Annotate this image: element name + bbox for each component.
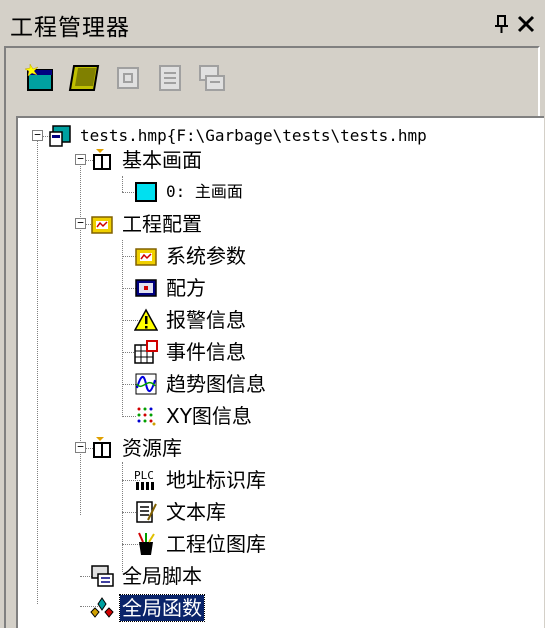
root-collapse-toggle[interactable]: −: [32, 129, 43, 141]
close-icon: [517, 15, 535, 33]
tree-node-basic-screens[interactable]: 基本画面: [90, 144, 204, 176]
text-document-icon: [136, 501, 157, 523]
config-folder-icon: [91, 216, 113, 234]
tree-node-label: 资源库: [122, 436, 182, 460]
tree-node-label: 报警信息: [166, 308, 246, 332]
tree-node-trend-info[interactable]: 趋势图信息: [134, 368, 268, 400]
script-button[interactable]: [196, 62, 228, 94]
basic-screens-collapse-toggle[interactable]: −: [75, 153, 86, 165]
tree-node-resources[interactable]: 资源库: [90, 432, 184, 464]
tree-node-bitmap-lib[interactable]: 工程位图库: [134, 528, 268, 560]
tree-line: [80, 160, 82, 515]
tree-node-label: 地址标识库: [166, 468, 266, 492]
tree-line: [122, 176, 124, 192]
tree-node-global-func[interactable]: 全局函数: [90, 592, 205, 624]
system-params-icon: [135, 248, 157, 266]
tree-line: [37, 136, 39, 604]
tree-node-text-lib[interactable]: 文本库: [134, 496, 228, 528]
trend-chart-icon: [135, 373, 157, 395]
project-manager-panel: 工程管理器 − − − − tests.hmp{F:\Garbage\tests…: [0, 0, 545, 628]
new-screen-button[interactable]: [24, 62, 56, 94]
event-grid-icon: [134, 340, 158, 364]
list-icon: [159, 65, 181, 91]
tree-node-label: 基本画面: [122, 148, 202, 172]
brush-cup-icon: [138, 532, 155, 555]
new-window-icon: [24, 63, 53, 91]
panel-titlebar: 工程管理器: [0, 0, 545, 44]
panel-title: 工程管理器: [10, 15, 130, 41]
resources-folder-icon: [93, 437, 111, 458]
pin-button[interactable]: [493, 14, 511, 34]
tree-node-label: 配方: [166, 276, 206, 300]
resources-collapse-toggle[interactable]: −: [75, 441, 86, 453]
import-icon: [117, 67, 139, 89]
list-button[interactable]: [154, 62, 186, 94]
function-icon: [90, 597, 114, 618]
svg-text:PLC: PLC: [134, 469, 154, 482]
open-screen-button[interactable]: [68, 62, 100, 94]
import-button[interactable]: [112, 62, 144, 94]
tree-node-label: 全局函数: [119, 594, 205, 622]
screens-folder-icon: [93, 149, 111, 170]
tree-node-label: 系统参数: [166, 244, 246, 268]
project-config-collapse-toggle[interactable]: −: [75, 217, 86, 229]
pin-icon: [495, 15, 508, 33]
recipe-icon: [135, 279, 157, 297]
open-window-icon: [68, 65, 100, 91]
screen-icon: [135, 182, 157, 202]
tree-node-label: 趋势图信息: [166, 372, 266, 396]
tree-node-label: 工程位图库: [166, 532, 266, 556]
warning-icon: [134, 308, 158, 331]
tree-node-label: 工程配置: [122, 212, 202, 236]
tree-node-xy-info[interactable]: XY图信息: [134, 400, 254, 432]
xy-scatter-icon: [136, 406, 156, 426]
tree-node-alarm-info[interactable]: 报警信息: [134, 304, 248, 336]
tree-node-address-lib[interactable]: PLC 地址标识库: [134, 464, 268, 496]
tree-node-label: 事件信息: [166, 340, 246, 364]
tree-node-label: XY图信息: [166, 404, 252, 428]
close-button[interactable]: [515, 12, 537, 36]
project-file-icon: [49, 125, 71, 147]
project-tree[interactable]: − − − − tests.hmp{F:\Garbage\tests\tests…: [16, 116, 544, 628]
tree-node-recipe[interactable]: 配方: [134, 272, 208, 304]
script-icon: [199, 65, 225, 91]
tree-line: [122, 240, 124, 415]
plc-address-icon: PLC: [134, 469, 154, 490]
tree-node-label: 全局脚本: [122, 564, 202, 588]
script-icon: [91, 565, 114, 587]
tree-node-label: 0: 主画面: [166, 182, 243, 201]
tree-node-system-params[interactable]: 系统参数: [134, 240, 248, 272]
tree-node-label: 文本库: [166, 500, 226, 524]
tree-node-project-config[interactable]: 工程配置: [90, 208, 204, 240]
tree-node-global-script[interactable]: 全局脚本: [90, 560, 204, 592]
toolbar: [16, 62, 246, 106]
tree-node-event-info[interactable]: 事件信息: [134, 336, 248, 368]
tree-line: [122, 462, 124, 572]
tree-node-main-screen[interactable]: 0: 主画面: [134, 176, 245, 208]
